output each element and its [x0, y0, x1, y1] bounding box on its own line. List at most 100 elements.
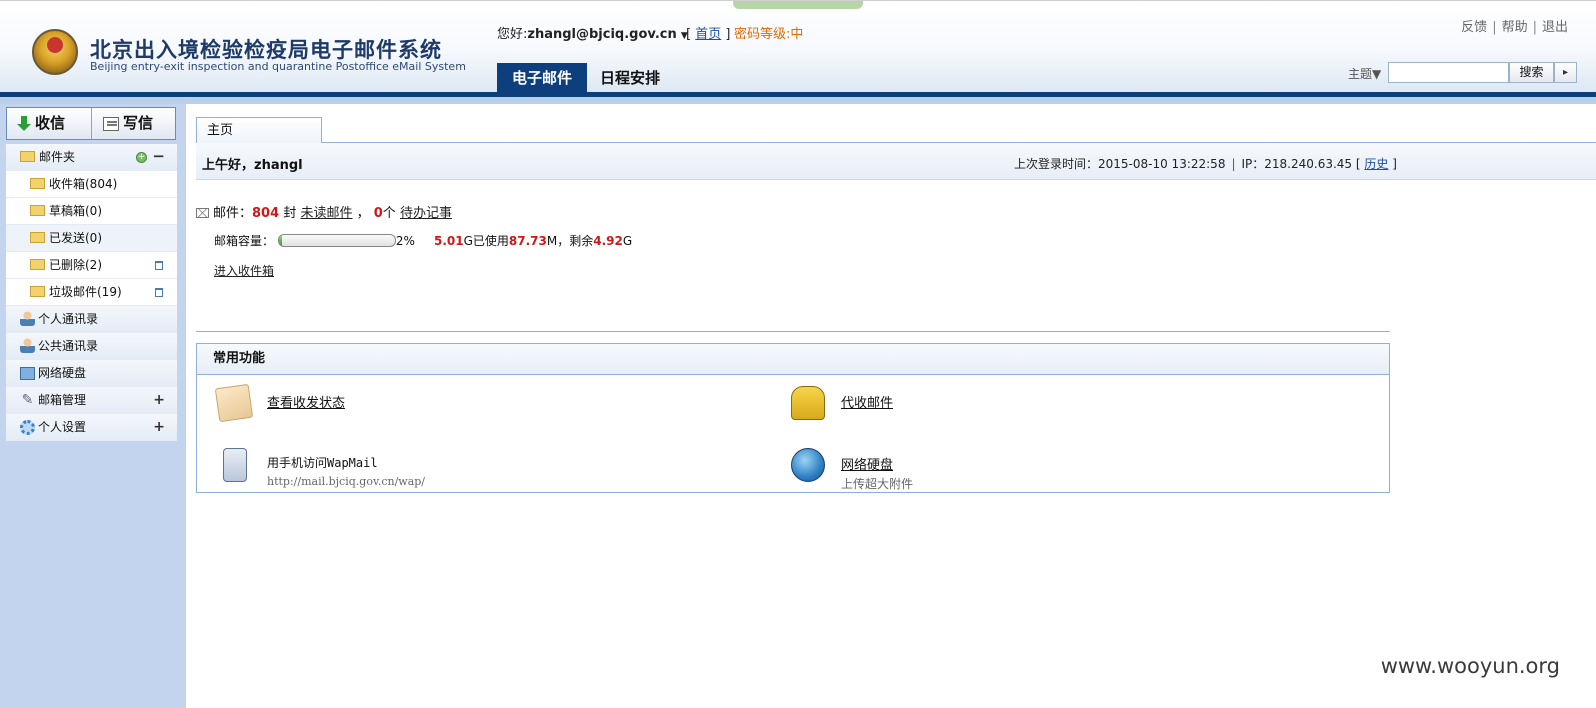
search-scope-dropdown[interactable]: 主题▼: [1348, 65, 1381, 82]
common-functions-panel: 常用功能 查看收发状态 代收邮件 用手机访问WapMail http://mai…: [196, 343, 1390, 493]
sidebar-item-personal-contacts[interactable]: 个人通讯录: [6, 306, 177, 333]
spam-label: 垃圾邮件(19): [49, 285, 122, 299]
todo-count: 0: [373, 206, 383, 221]
unread-mail-link[interactable]: 未读邮件: [300, 206, 352, 221]
quota-remaining-unit: G: [622, 234, 633, 248]
inbox-folder-icon: [30, 178, 45, 189]
collapse-icon[interactable]: −: [152, 143, 165, 170]
quota-progress-bar: [277, 234, 396, 247]
inbox-label: 收件箱(804): [49, 177, 118, 191]
inbox-link-wrap: 进入收件箱: [214, 262, 274, 279]
todo-unit: 个: [382, 206, 396, 221]
write-label: 写信: [123, 114, 154, 132]
home-link[interactable]: 首页: [695, 27, 721, 42]
receive-button[interactable]: 收信: [7, 108, 92, 139]
common-functions-title: 常用功能: [197, 344, 1389, 375]
quota-progress-fill: [278, 235, 283, 246]
compose-bar: 收信 写信: [6, 107, 176, 140]
receive-label: 收信: [35, 114, 66, 132]
sidebar: 收信 写信 邮件夹 + − 收件箱(804) 草稿箱(0) 已发送(0) 已删除…: [0, 104, 186, 708]
write-button[interactable]: 写信: [93, 108, 176, 139]
quota-remaining: 4.92: [593, 234, 623, 248]
public-contacts-icon: [20, 338, 35, 353]
wrench-icon: ✎: [21, 392, 34, 408]
feedback-link[interactable]: 反馈: [1461, 20, 1487, 35]
envelope-icon: [196, 207, 209, 218]
welcome-text: 上午好，zhangl: [202, 158, 303, 173]
password-level: 密码等级:中: [734, 27, 804, 42]
sidebar-item-personal-settings[interactable]: 个人设置 +: [6, 414, 177, 441]
last-login: 上次登录时间：2015-08-10 13:22:58: [1014, 157, 1226, 171]
search-button[interactable]: 搜索: [1509, 62, 1554, 83]
network-disk-sub: 上传超大附件: [841, 477, 914, 491]
sidebar-item-inbox[interactable]: 收件箱(804): [6, 171, 177, 198]
contacts-icon: [20, 311, 35, 326]
expand-icon[interactable]: +: [153, 414, 165, 441]
mobile-phone-icon: [223, 448, 247, 482]
history-link[interactable]: 历史: [1364, 157, 1388, 171]
top-tab-hint: [733, 1, 863, 9]
folder-panel: 邮件夹 + − 收件箱(804) 草稿箱(0) 已发送(0) 已删除(2) 垃圾…: [6, 144, 177, 441]
welcome-bar: 上午好，zhangl 上次登录时间：2015-08-10 13:22:58 | IP…: [196, 143, 1596, 180]
header: 北京出入境检验检疫局电子邮件系统 Beijing entry-exit insp…: [0, 0, 1596, 93]
tab-home[interactable]: 主页: [196, 117, 322, 144]
watermark: www.wooyun.org: [1380, 654, 1560, 678]
sidebar-item-sent[interactable]: 已发送(0): [6, 225, 177, 252]
drafts-folder-icon: [30, 205, 45, 216]
user-email: zhangl@bjciq.gov.cn: [527, 27, 677, 42]
sidebar-item-folders[interactable]: 邮件夹 + −: [6, 144, 177, 171]
search-input[interactable]: [1388, 62, 1509, 83]
sidebar-item-spam[interactable]: 垃圾邮件(19): [6, 279, 177, 306]
envelope-stamp-icon: [214, 383, 254, 423]
empty-spam-icon[interactable]: [155, 288, 163, 297]
sidebar-item-public-contacts[interactable]: 公共通讯录: [6, 333, 177, 360]
expand-icon[interactable]: +: [153, 387, 165, 414]
mailbox-management-label: 邮箱管理: [38, 393, 87, 407]
quota-total: 5.01: [433, 234, 464, 248]
empty-trash-icon[interactable]: [155, 261, 163, 270]
logout-link[interactable]: 退出: [1542, 20, 1568, 35]
header-divider-light: [0, 97, 1596, 104]
folder-head-label: 邮件夹: [39, 150, 76, 164]
mail-unit: 封: [283, 206, 297, 221]
mail-status-link[interactable]: 查看收发状态: [267, 392, 345, 411]
sidebar-item-network-disk[interactable]: 网络硬盘: [6, 360, 177, 387]
mail-summary: 邮件：804 封 未读邮件 ， 0个 待办记事: [196, 202, 452, 221]
mail-label: 邮件：: [213, 206, 253, 221]
personal-contacts-label: 个人通讯录: [38, 312, 99, 326]
drafts-label: 草稿箱(0): [49, 204, 102, 218]
tab-strip: 主页: [196, 117, 1596, 144]
quota-total-unit: G已使用: [463, 234, 509, 248]
network-disk-link[interactable]: 网络硬盘: [841, 454, 893, 473]
quota-row: 邮箱容量： 2% 5.01G已使用87.73M，剩余4.92G: [214, 232, 632, 249]
mailbox-icon: [791, 386, 825, 420]
enter-inbox-link[interactable]: 进入收件箱: [214, 264, 274, 278]
sent-folder-icon: [30, 232, 45, 243]
sidebar-item-deleted[interactable]: 已删除(2): [6, 252, 177, 279]
public-contacts-label: 公共通讯录: [38, 339, 99, 353]
nav-tab-email[interactable]: 电子邮件: [497, 63, 587, 93]
ip-address: IP：218.240.63.45: [1241, 157, 1353, 171]
search-arrow-icon[interactable]: ▸: [1554, 62, 1577, 83]
nav-tab-schedule[interactable]: 日程安排: [590, 63, 670, 93]
sidebar-item-mailbox-management[interactable]: ✎ 邮箱管理 +: [6, 387, 177, 414]
add-folder-icon[interactable]: +: [136, 152, 147, 163]
quota-used: 87.73: [508, 234, 547, 248]
help-link[interactable]: 帮助: [1502, 20, 1528, 35]
sent-label: 已发送(0): [49, 231, 102, 245]
mail-count: 804: [252, 206, 280, 221]
deleted-label: 已删除(2): [49, 258, 102, 272]
deleted-folder-icon: [30, 259, 45, 270]
wapmail-url: http://mail.bjciq.gov.cn/wap/: [267, 475, 426, 488]
top-links: 反馈 | 帮助 | 退出: [1461, 20, 1568, 35]
greeting-prefix: 您好:: [497, 27, 528, 42]
quota-label: 邮箱容量：: [214, 234, 275, 248]
compose-icon: [103, 116, 119, 131]
user-greeting[interactable]: 您好:zhangl@bjciq.gov.cn ▼: [497, 23, 688, 42]
collect-mail-link[interactable]: 代收邮件: [841, 392, 893, 411]
sidebar-item-drafts[interactable]: 草稿箱(0): [6, 198, 177, 225]
site-subtitle: Beijing entry-exit inspection and quaran…: [90, 60, 466, 73]
home-link-wrap: [ 首页 ]: [686, 27, 731, 42]
todo-link[interactable]: 待办记事: [400, 206, 452, 221]
folder-icon: [20, 151, 35, 162]
